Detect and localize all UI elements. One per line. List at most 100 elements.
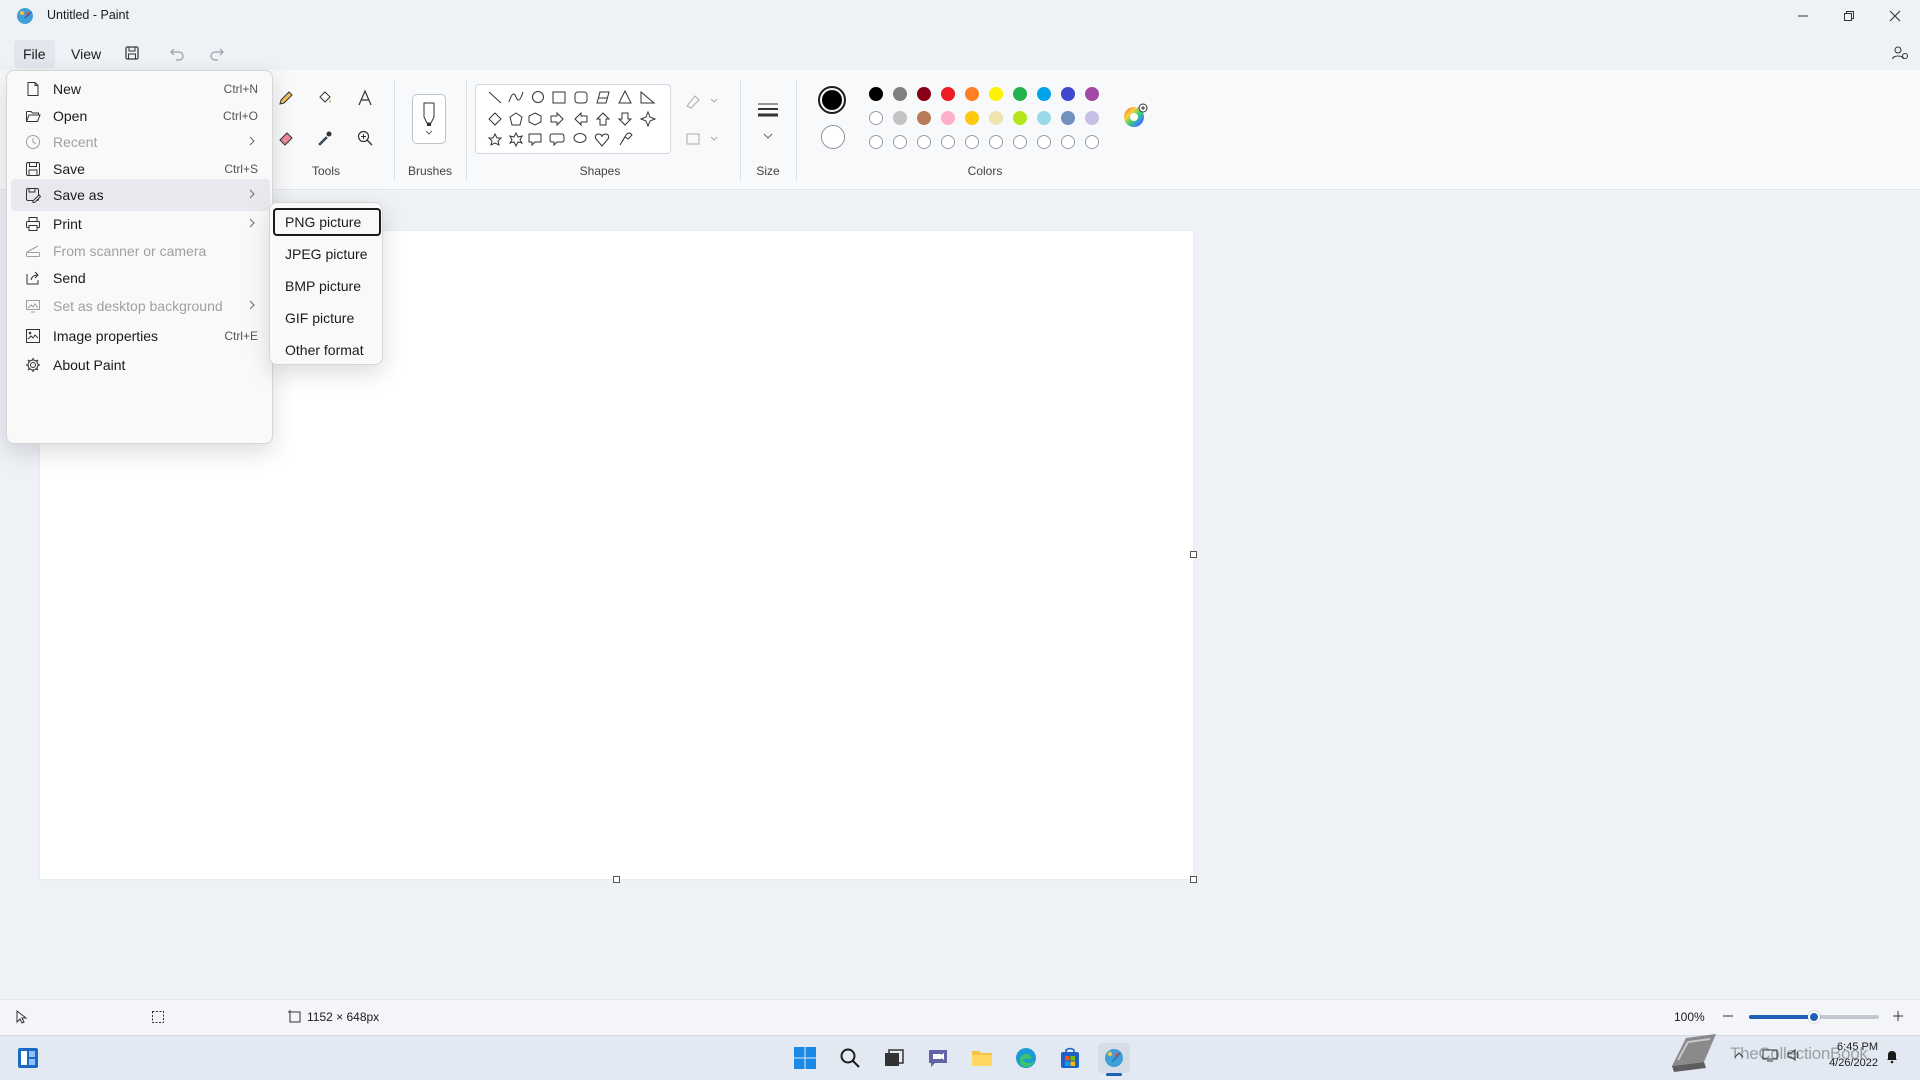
custom-color-slot[interactable] [1085, 135, 1099, 149]
minimize-button[interactable] [1780, 0, 1826, 32]
book-logo-icon [1666, 1030, 1726, 1076]
widgets-icon[interactable] [12, 1043, 44, 1073]
volume-icon[interactable] [1786, 1048, 1802, 1062]
plus-icon [1893, 1011, 1903, 1021]
color-swatch[interactable] [1085, 111, 1099, 125]
file-explorer-icon[interactable] [966, 1043, 998, 1073]
color-swatch[interactable] [1061, 87, 1075, 101]
pencil-icon[interactable] [272, 84, 300, 112]
file-menu-item-label: Recent [53, 134, 98, 150]
fill-dropdown[interactable] [684, 128, 720, 150]
zoom-slider-thumb[interactable] [1808, 1011, 1820, 1023]
custom-color-slot[interactable] [1061, 135, 1075, 149]
custom-color-slot[interactable] [989, 135, 1003, 149]
microsoft-store-icon[interactable] [1054, 1043, 1086, 1073]
custom-color-slot[interactable] [1013, 135, 1027, 149]
quick-save-icon[interactable] [118, 40, 146, 66]
custom-color-slot[interactable] [941, 135, 955, 149]
file-menu-item-label: From scanner or camera [53, 243, 207, 259]
color-swatch[interactable] [941, 111, 955, 125]
canvas-resize-handle-corner[interactable] [1190, 876, 1197, 883]
network-icon[interactable] [1762, 1048, 1778, 1062]
color-swatch[interactable] [1037, 111, 1051, 125]
file-menu-item-about-paint[interactable]: About Paint [11, 349, 270, 381]
save-as-gif-picture[interactable]: GIF picture [273, 304, 381, 332]
color-swatch[interactable] [1013, 87, 1027, 101]
canvas-resize-handle-bottom[interactable] [613, 876, 620, 883]
clock-time[interactable]: 6:45 PM [1822, 1041, 1878, 1053]
color-swatch[interactable] [917, 87, 931, 101]
task-view-icon[interactable] [878, 1043, 910, 1073]
clock-date[interactable]: 4/26/2022 [1814, 1057, 1878, 1069]
edit-colors-button[interactable] [1122, 103, 1148, 129]
custom-color-slot[interactable] [917, 135, 931, 149]
color-swatch[interactable] [1061, 111, 1075, 125]
color-swatch[interactable] [893, 87, 907, 101]
zoom-in-button[interactable] [1890, 1008, 1906, 1024]
custom-color-slot[interactable] [869, 135, 883, 149]
outline-dropdown[interactable] [684, 90, 720, 112]
fill-bucket-icon[interactable] [311, 84, 339, 112]
save-as-icon [25, 187, 41, 203]
custom-color-slot[interactable] [965, 135, 979, 149]
color-swatch[interactable] [965, 87, 979, 101]
file-menu-item-image-properties[interactable]: Image properties Ctrl+E [11, 320, 270, 352]
color-picker-icon[interactable] [311, 124, 339, 152]
brushes-dropdown[interactable] [412, 94, 446, 144]
chevron-right-icon [248, 217, 256, 231]
custom-color-slot[interactable] [1037, 135, 1051, 149]
paint-taskbar-icon[interactable] [1098, 1043, 1130, 1073]
edge-browser-icon[interactable] [1010, 1043, 1042, 1073]
file-menu-item-label: About Paint [53, 357, 126, 373]
save-as-other-format[interactable]: Other format [273, 336, 381, 364]
cursor-position-icon [14, 1009, 30, 1025]
chat-icon[interactable] [922, 1043, 954, 1073]
save-as-bmp-picture[interactable]: BMP picture [273, 272, 381, 300]
save-as-png-picture[interactable]: PNG picture [273, 208, 381, 236]
start-icon[interactable] [789, 1043, 821, 1073]
notification-bell-icon[interactable] [1884, 1048, 1900, 1064]
primary-color-selector[interactable] [818, 86, 846, 114]
color-swatch[interactable] [941, 87, 955, 101]
close-button[interactable] [1872, 0, 1918, 32]
color-swatch[interactable] [1085, 87, 1099, 101]
colors-group-label: Colors [967, 164, 1003, 178]
zoom-out-button[interactable] [1720, 1008, 1736, 1024]
view-menu-button[interactable]: View [62, 40, 110, 68]
restore-button[interactable] [1826, 0, 1872, 32]
undo-icon[interactable] [163, 40, 191, 66]
text-icon[interactable] [351, 84, 379, 112]
down-arrow-shape-icon [617, 112, 633, 126]
tray-chevron-icon[interactable] [1732, 1048, 1746, 1062]
account-settings-icon[interactable] [1886, 40, 1914, 66]
curve-shape-icon [508, 91, 524, 103]
file-menu-item-save-as[interactable]: Save as [11, 179, 270, 211]
primary-color-swatch [822, 90, 842, 110]
right-arrow-shape-icon [550, 111, 564, 127]
rounded-rectangle-shape-icon [574, 91, 588, 104]
magnifier-icon[interactable] [351, 124, 379, 152]
color-swatch[interactable] [869, 111, 883, 125]
redo-icon[interactable] [203, 40, 231, 66]
save-as-jpeg-picture[interactable]: JPEG picture [273, 240, 381, 268]
color-swatch[interactable] [1037, 87, 1051, 101]
eraser-icon[interactable] [272, 124, 300, 152]
new-file-icon [25, 81, 41, 97]
file-menu-item-label: Save as [53, 187, 104, 203]
color-swatch[interactable] [1013, 111, 1027, 125]
printer-icon [25, 216, 41, 232]
canvas-resize-handle-right[interactable] [1190, 551, 1197, 558]
color-swatch[interactable] [989, 87, 1003, 101]
color-swatch[interactable] [893, 111, 907, 125]
color-swatch[interactable] [917, 111, 931, 125]
search-icon[interactable] [834, 1043, 866, 1073]
color-swatch[interactable] [989, 111, 1003, 125]
color-swatch[interactable] [965, 111, 979, 125]
size-dropdown[interactable] [752, 98, 784, 146]
fill-icon [686, 133, 718, 145]
custom-color-slot[interactable] [893, 135, 907, 149]
oval-shape-icon [532, 91, 544, 103]
color-swatch[interactable] [869, 87, 883, 101]
secondary-color-selector[interactable] [821, 125, 845, 149]
file-menu-button[interactable]: File [14, 40, 55, 68]
